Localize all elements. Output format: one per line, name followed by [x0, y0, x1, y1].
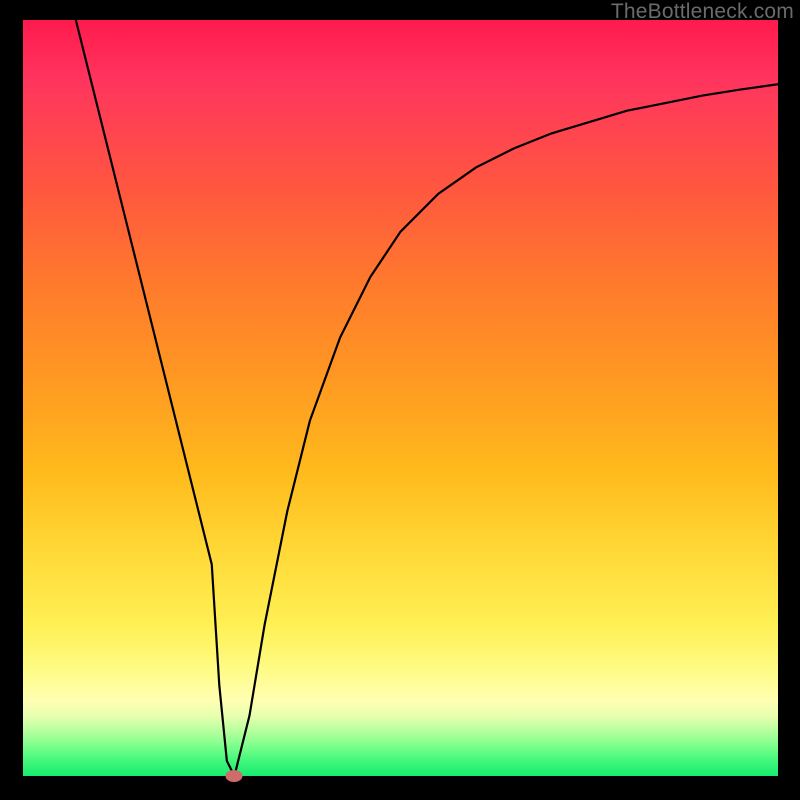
bottleneck-curve	[23, 20, 778, 776]
optimal-point-marker	[226, 770, 243, 782]
watermark-text: TheBottleneck.com	[611, 0, 794, 24]
chart-frame	[23, 20, 778, 776]
